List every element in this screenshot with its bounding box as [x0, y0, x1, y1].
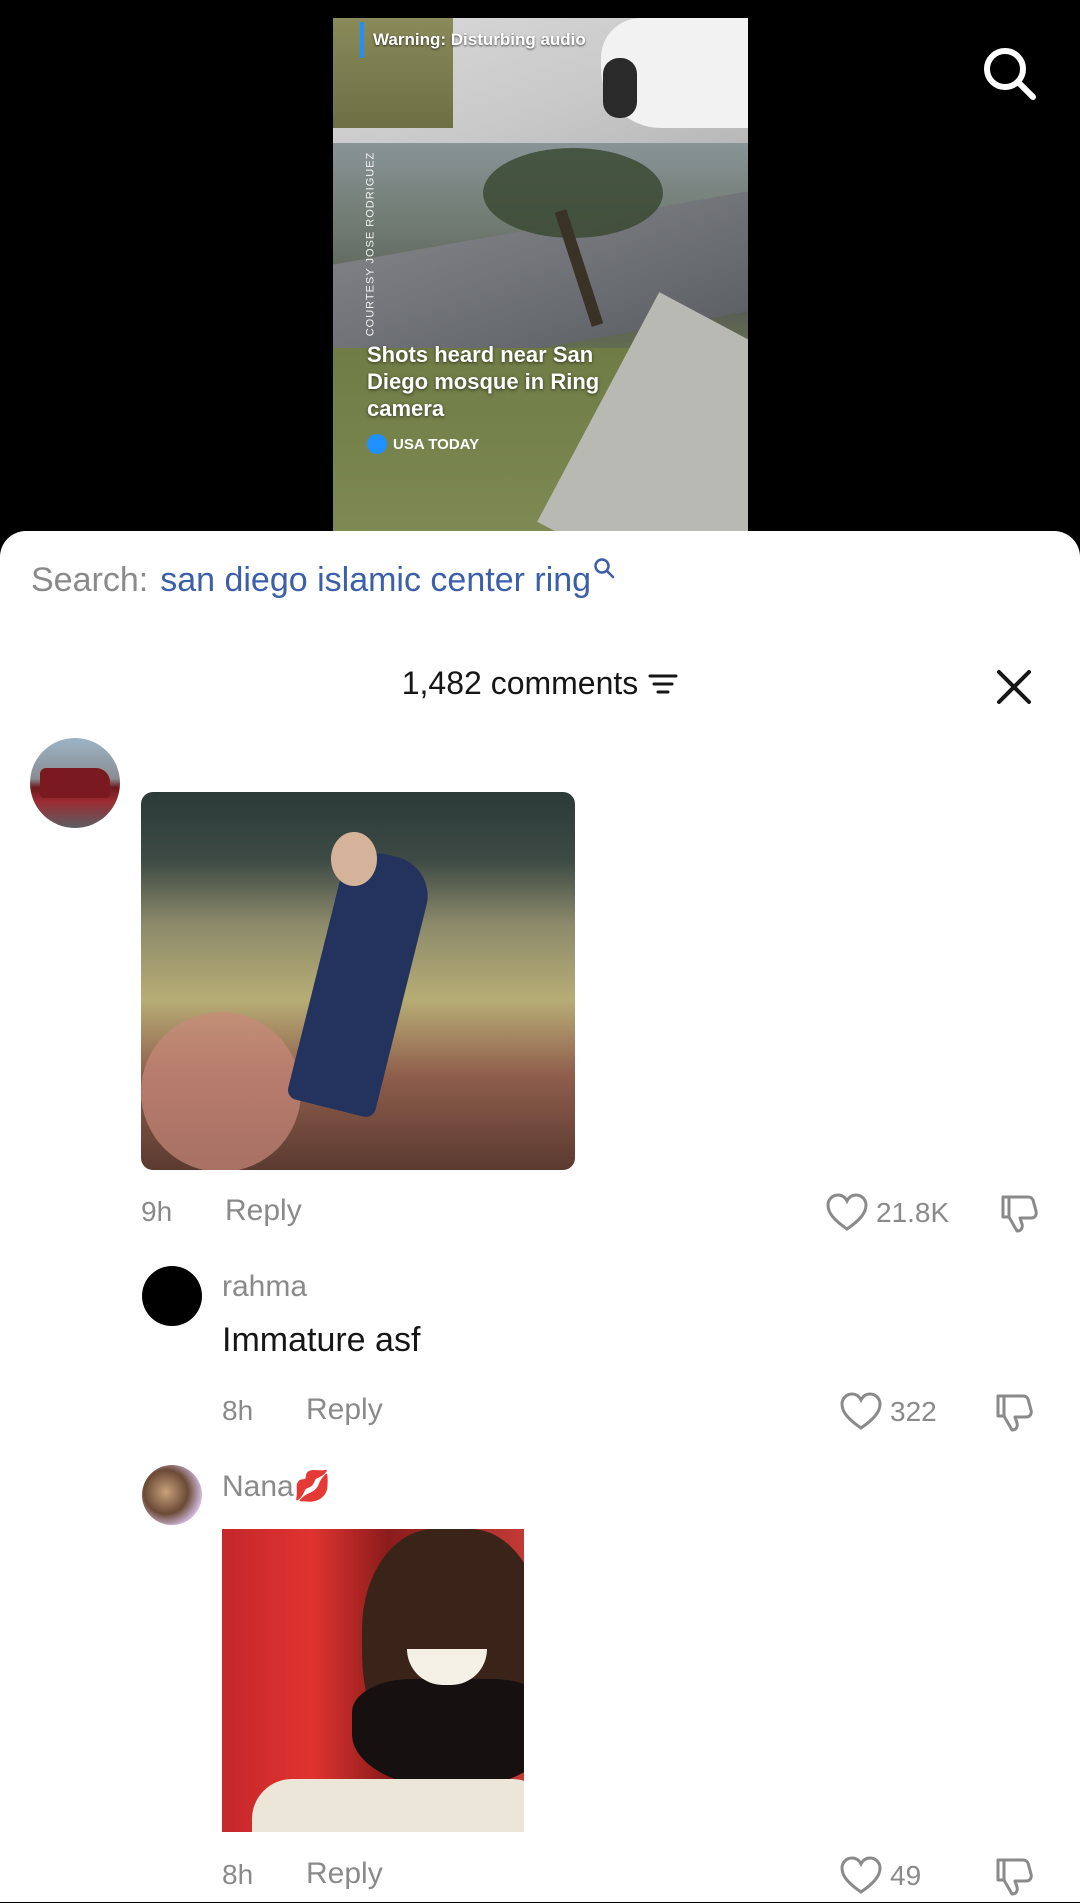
dislike-button[interactable]	[992, 1390, 1036, 1434]
search-suggestion[interactable]: Search: san diego islamic center ring	[31, 558, 615, 600]
search-icon	[984, 48, 1036, 100]
close-button[interactable]	[996, 669, 1032, 705]
like-button[interactable]: 21.8K	[826, 1193, 949, 1233]
video-headline: Shots heard near San Diego mosque in Rin…	[367, 342, 600, 421]
comment-timestamp: 9h	[141, 1196, 173, 1227]
video-scene-tree	[483, 148, 663, 238]
like-count: 21.8K	[876, 1197, 950, 1228]
comment-username[interactable]: rahma	[222, 1270, 307, 1304]
top-search-button[interactable]	[980, 44, 1038, 102]
video-frame[interactable]: Warning: Disturbing audio COURTESY JOSE …	[333, 18, 748, 542]
comment-timestamp: 8h	[222, 1395, 254, 1426]
comment-gif[interactable]	[141, 792, 575, 1170]
dislike-button[interactable]	[997, 1191, 1041, 1235]
like-count: 322	[890, 1396, 937, 1427]
like-count: 49	[890, 1860, 922, 1891]
video-warning-label: Warning: Disturbing audio	[373, 30, 586, 49]
filter-icon[interactable]	[648, 672, 678, 696]
reply-button[interactable]: Reply	[306, 1857, 383, 1891]
like-button[interactable]: 322	[840, 1392, 937, 1432]
comment-timestamp: 8h	[222, 1859, 254, 1890]
video-source-label: USA TODAY	[393, 435, 480, 453]
comment-gif[interactable]	[222, 1529, 524, 1832]
heart-icon	[840, 1856, 882, 1894]
video-scene-car-wheel	[603, 58, 637, 118]
thumbs-down-icon	[1001, 1195, 1038, 1233]
dislike-button[interactable]	[992, 1854, 1036, 1898]
search-suggestion-label: Search:	[31, 561, 149, 599]
gif-performer-head	[331, 832, 377, 886]
like-button[interactable]: 49	[840, 1856, 921, 1896]
comments-sheet: Search: san diego islamic center ring 1,…	[0, 531, 1080, 1902]
avatar[interactable]	[142, 1266, 202, 1326]
gif-performer	[285, 844, 437, 1120]
warning-accent-bar	[360, 22, 364, 58]
thumbs-down-icon	[996, 1394, 1033, 1432]
video-player[interactable]: Warning: Disturbing audio COURTESY JOSE …	[0, 0, 1080, 560]
heart-icon	[840, 1392, 882, 1430]
avatar-car-image	[40, 768, 110, 798]
video-courtesy-credit: COURTESY JOSE RODRIGUEZ	[364, 151, 377, 337]
comments-count: 1,482 comments	[401, 665, 639, 701]
comment-username[interactable]: Nana💋	[222, 1469, 331, 1504]
gif-shirt	[252, 1779, 524, 1832]
search-suggestion-query[interactable]: san diego islamic center ring	[160, 561, 591, 600]
avatar[interactable]	[30, 738, 120, 828]
gif-beard	[352, 1679, 524, 1789]
reply-button[interactable]: Reply	[225, 1194, 302, 1228]
close-icon	[997, 670, 1031, 704]
usa-today-logo-icon	[367, 434, 387, 454]
gif-crowd	[141, 1012, 301, 1170]
reply-button[interactable]: Reply	[306, 1393, 383, 1427]
avatar[interactable]	[142, 1465, 202, 1525]
heart-icon	[826, 1193, 868, 1231]
video-source: USA TODAY	[367, 434, 479, 454]
thumbs-down-icon	[996, 1858, 1033, 1896]
comment-text: Immature asf	[222, 1321, 421, 1359]
search-suggestion-icon	[594, 558, 615, 579]
comments-header: 1,482 comments	[0, 665, 1080, 702]
